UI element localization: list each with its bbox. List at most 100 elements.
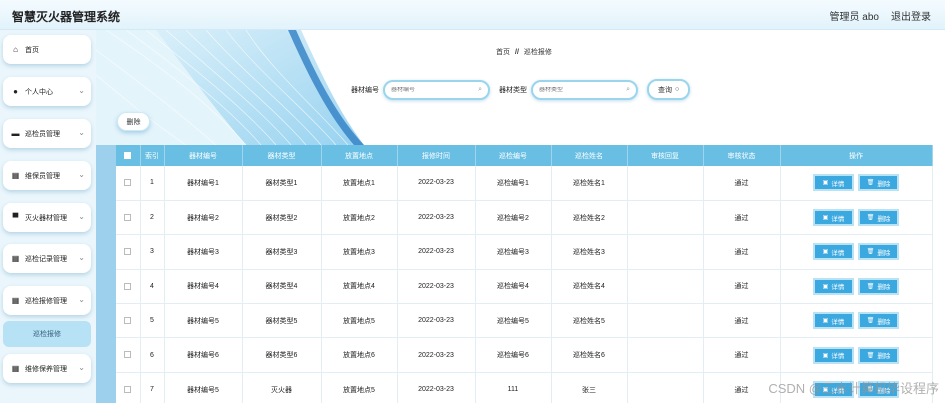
row-select-cell[interactable] — [116, 269, 141, 305]
cell-reply — [627, 372, 704, 403]
sidebar-item-label: 个人中心 — [25, 88, 53, 96]
table-row: 5 器材编号5 器材类型5 放置地点5 2022-03-23 巡检编号5 巡检姓名5 通过 ▣ 详… — [116, 303, 933, 339]
cell-type: 器材类型5 — [242, 303, 322, 339]
cell-actions: ▣ 详情 🗑 删除 — [780, 200, 933, 236]
column-header: 放置地点 — [321, 145, 398, 166]
sidebar-item[interactable]: ⌂ 首页 — [3, 35, 91, 64]
logout-link[interactable]: 退出登录 — [891, 8, 931, 23]
sidebar-item[interactable]: ▀ 灭火器材管理 ⌄ — [3, 203, 91, 232]
search-icon: ○ — [675, 86, 680, 93]
row-checkbox[interactable] — [124, 213, 132, 221]
field2-label: 器材类型 — [499, 86, 527, 94]
home-icon: ⌂ — [13, 45, 18, 54]
cell-place: 放置地点1 — [321, 166, 398, 201]
equipment-type-field[interactable]: ⌕ — [531, 79, 638, 100]
row-checkbox[interactable] — [124, 179, 132, 187]
detail-button[interactable]: ▣ 详情 — [813, 312, 854, 330]
row-checkbox[interactable] — [124, 282, 132, 290]
row-delete-button[interactable]: 🗑 删除 — [858, 312, 899, 330]
row-delete-button[interactable]: 🗑 删除 — [858, 209, 899, 227]
cell-place: 放置地点3 — [321, 234, 398, 270]
sidebar-item[interactable]: ▬ 巡检员管理 ⌄ — [3, 119, 91, 148]
user-label[interactable]: 管理员 abo — [830, 8, 879, 23]
breadcrumb: 首页 // 巡检报修 — [496, 47, 552, 57]
cell-idx: 1 — [140, 166, 165, 201]
detail-button[interactable]: ▣ 详情 — [813, 277, 854, 295]
cell-place: 放置地点5 — [321, 372, 398, 403]
field1-label: 器材编号 — [351, 86, 379, 94]
sidebar-item[interactable]: ▦ 维修保养管理 ⌄ — [3, 354, 91, 383]
query-button[interactable]: 查询 ○ — [647, 79, 691, 100]
row-delete-button[interactable]: 🗑 删除 — [858, 346, 899, 364]
cell-time: 2022-03-23 — [397, 200, 476, 236]
row-delete-button[interactable]: 🗑 删除 — [858, 277, 899, 295]
button-label: 删除 — [877, 180, 891, 188]
chevron-down-icon: ⌄ — [78, 363, 85, 372]
row-checkbox[interactable] — [124, 385, 132, 393]
cell-type: 灭火器 — [242, 372, 322, 403]
trash-icon: 🗑 — [866, 180, 875, 187]
submenu-item-repair[interactable]: 巡检报修 — [3, 321, 91, 347]
briefcase-icon: ▬ — [11, 129, 20, 138]
row-select-cell[interactable] — [116, 234, 141, 270]
cell-actions: ▣ 详情 🗑 删除 — [780, 337, 933, 373]
sidebar-item-label: 巡检报修管理 — [25, 297, 67, 305]
row-checkbox[interactable] — [124, 351, 132, 359]
cell-actions: ▣ 详情 🗑 删除 — [780, 303, 933, 339]
button-label: 删除 — [877, 318, 891, 326]
repair-table: 索引 器材编号 器材类型 放置地点 报修时间 巡检编号 巡检姓名 审核回复 审核状态 操作 1 器材… — [116, 145, 933, 403]
row-delete-button[interactable]: 🗑 删除 — [858, 243, 899, 261]
row-checkbox[interactable] — [124, 317, 132, 325]
sidebar-item[interactable]: ● 个人中心 ⌄ — [3, 77, 91, 106]
button-label: 详情 — [831, 284, 845, 292]
sidebar-item[interactable]: ▦ 巡检记录管理 ⌄ — [3, 244, 91, 273]
table-row: 4 器材编号4 器材类型4 放置地点4 2022-03-23 巡检编号4 巡检姓名4 通过 ▣ 详… — [116, 269, 933, 305]
sidebar-item[interactable]: ▦ 巡检报修管理 ⌄ — [3, 286, 91, 315]
equipment-code-field[interactable]: ⌕ — [383, 79, 490, 100]
row-select-cell[interactable] — [116, 166, 141, 201]
cell-code: 器材编号4 — [164, 269, 243, 305]
top-bar: 智慧灭火器管理系统 管理员 abo 退出登录 — [0, 0, 945, 30]
cell-place: 放置地点5 — [321, 303, 398, 339]
breadcrumb-home[interactable]: 首页 — [496, 49, 510, 56]
cell-time: 2022-03-23 — [397, 269, 476, 305]
detail-button[interactable]: ▣ 详情 — [813, 174, 854, 192]
main-content: 首页//巡检报修 器材编号 ⌕ 器材类型 ⌕ 查询 ○ 删除 索引器材编号器材类… — [96, 30, 945, 403]
row-select-cell[interactable] — [116, 337, 141, 373]
cell-inspector: 巡检姓名4 — [551, 269, 628, 305]
cell-inspect-no: 巡检编号5 — [475, 303, 552, 339]
select-all-cell[interactable] — [116, 145, 141, 166]
cell-actions: ▣ 详情 🗑 删除 — [780, 166, 933, 201]
cell-status: 通过 — [703, 166, 781, 201]
cell-place: 放置地点2 — [321, 200, 398, 236]
detail-button[interactable]: ▣ 详情 — [813, 209, 854, 227]
equipment-type-input[interactable] — [539, 86, 627, 93]
search-bar: 器材编号 ⌕ 器材类型 ⌕ 查询 ○ — [351, 79, 691, 100]
bulk-delete-button[interactable]: 删除 — [117, 112, 150, 131]
select-all-checkbox[interactable] — [124, 151, 132, 159]
cell-reply — [627, 200, 704, 236]
chevron-down-icon: ⌄ — [78, 128, 85, 137]
button-label: 详情 — [831, 215, 845, 223]
cell-status: 通过 — [703, 303, 781, 339]
cell-idx: 6 — [140, 337, 165, 373]
sidebar-item[interactable]: ▦ 维保员管理 ⌄ — [3, 161, 91, 190]
detail-button[interactable]: ▣ 详情 — [813, 346, 854, 364]
equipment-code-input[interactable] — [391, 86, 479, 93]
row-delete-button[interactable]: 🗑 删除 — [858, 174, 899, 192]
row-select-cell[interactable] — [116, 303, 141, 339]
cell-idx: 4 — [140, 269, 165, 305]
chevron-down-icon: ⌄ — [78, 295, 85, 304]
cell-inspector: 巡检姓名2 — [551, 200, 628, 236]
row-select-cell[interactable] — [116, 372, 141, 403]
sidebar-item-label: 首页 — [25, 46, 39, 54]
row-select-cell[interactable] — [116, 200, 141, 236]
table-header-row: 索引 器材编号 器材类型 放置地点 报修时间 巡检编号 巡检姓名 审核回复 审核状态 操作 — [116, 145, 933, 166]
top-right-area: 管理员 abo 退出登录 — [830, 8, 931, 23]
cell-code: 器材编号2 — [164, 200, 243, 236]
cell-inspect-no: 巡检编号1 — [475, 166, 552, 201]
row-checkbox[interactable] — [124, 248, 132, 256]
detail-button[interactable]: ▣ 详情 — [813, 243, 854, 261]
cell-code: 器材编号3 — [164, 234, 243, 270]
user-icon: ● — [13, 87, 18, 96]
